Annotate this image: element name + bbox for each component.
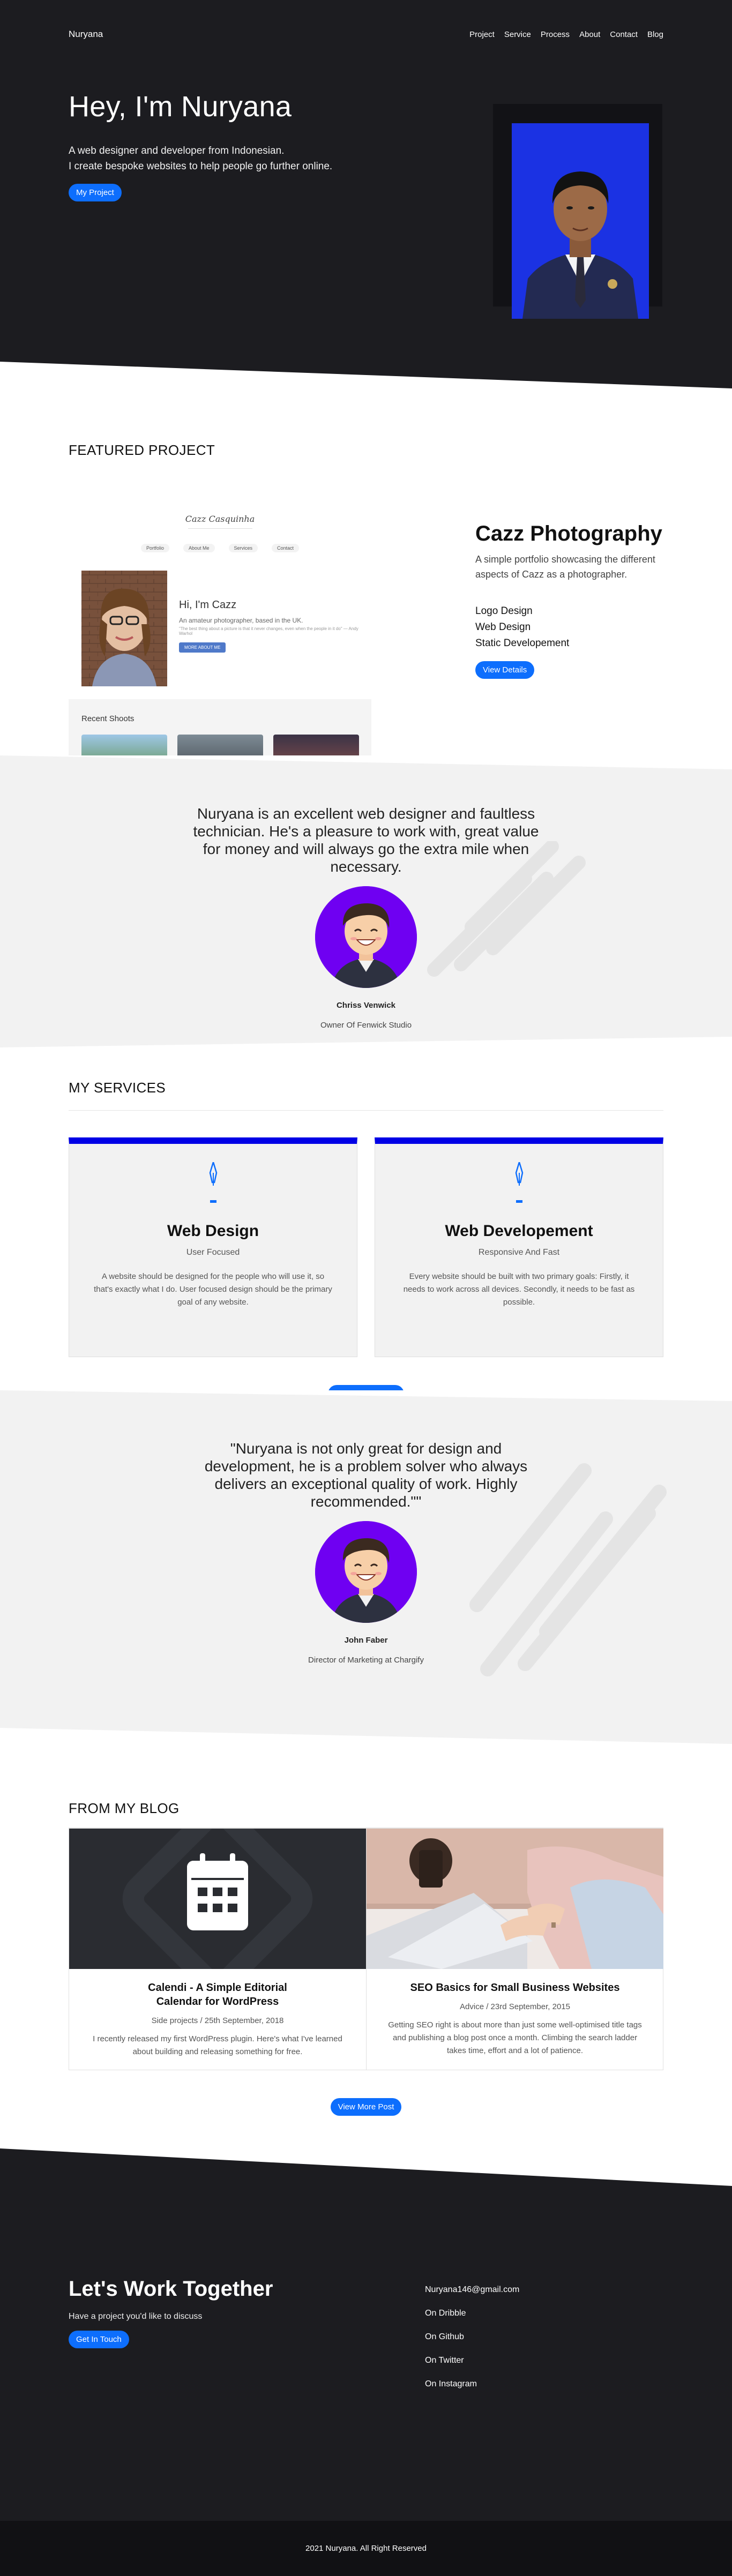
view-more-post-button[interactable]: View More Post <box>330 2098 402 2116</box>
project-tag: Web Design <box>475 621 531 633</box>
service-subtitle: User Focused <box>186 1248 240 1257</box>
email-link[interactable]: Nuryana146@gmail.com <box>425 2283 519 2296</box>
service-card-web-design: Web Design User Focused A website should… <box>69 1137 357 1357</box>
preview-more-button: MORE ABOUT ME <box>179 642 226 653</box>
testimonial-section-2: "Nuryana is not only great for design an… <box>0 1390 732 1744</box>
hero-slant-divider <box>0 362 732 399</box>
preview-nav-item: Services <box>228 544 258 552</box>
calendar-icon <box>69 1829 366 1969</box>
preview-logo-divider <box>188 528 252 529</box>
dribbble-link[interactable]: On Dribble <box>425 2307 519 2320</box>
blog-post-card[interactable]: SEO Basics for Small Business Websites A… <box>367 1829 663 2070</box>
get-in-touch-button[interactable]: Get In Touch <box>69 2331 129 2348</box>
instagram-link[interactable]: On Instagram <box>425 2378 519 2391</box>
service-cards: Web Design User Focused A website should… <box>69 1137 663 1357</box>
profile-photo-frame <box>493 104 662 319</box>
cta-subtitle: Have a project you'd like to discuss <box>69 2312 203 2321</box>
service-description: Every website should be built with two p… <box>403 1272 635 1307</box>
project-tags: Logo Design Web Design Static Developeme… <box>475 603 663 652</box>
testimonial-avatar <box>315 1521 417 1623</box>
services-section: MY SERVICES Web Design User Focused A we… <box>0 1047 732 1403</box>
preview-nav-item: Portfolio <box>140 544 169 552</box>
hero-subtitle-line2: I create bespoke websites to help people… <box>69 161 333 172</box>
section-divider <box>69 1110 663 1111</box>
nav-link-process[interactable]: Process <box>541 30 570 39</box>
project-preview-screenshot[interactable]: Cazz Casquinha Portfolio About Me Servic… <box>69 511 371 762</box>
blog-post-excerpt: Getting SEO right is about more than jus… <box>388 2020 642 2055</box>
nav-links: Project Service Process About Contact Bl… <box>469 30 663 39</box>
pen-nib-icon <box>375 1159 663 1189</box>
preview-nav-item: About Me <box>183 544 215 552</box>
hero-subtitle-line1: A web designer and developer from Indone… <box>69 145 285 156</box>
blog-post-title[interactable]: Calendi - A Simple Editorial Calendar fo… <box>143 1981 293 2009</box>
testimonial-name: John Faber <box>344 1636 388 1645</box>
top-navbar: Nuryana Project Service Process About Co… <box>69 0 663 69</box>
blog-post-card[interactable]: Calendi - A Simple Editorial Calendar fo… <box>69 1829 367 2070</box>
footer-section: Let's Work Together Have a project you'd… <box>0 2148 732 2521</box>
blog-section: FROM MY BLOG Calendi - A Simple Editoria… <box>0 1744 732 2148</box>
blog-post-meta: Advice / 23rd September, 2015 <box>460 2002 570 2011</box>
testimonial-slant-bottom <box>0 1037 732 1047</box>
twitter-link[interactable]: On Twitter <box>425 2354 519 2367</box>
blog-section-title: FROM MY BLOG <box>69 1800 180 1816</box>
project-tag: Static Developement <box>475 638 570 649</box>
project-title: Cazz Photography <box>475 522 662 545</box>
profile-portrait-image <box>512 123 649 319</box>
service-title: Web Developement <box>445 1222 593 1240</box>
view-details-button[interactable]: View Details <box>475 661 535 679</box>
nav-link-project[interactable]: Project <box>469 30 495 39</box>
nav-link-contact[interactable]: Contact <box>610 30 638 39</box>
card-accent-dash <box>516 1200 522 1203</box>
service-card-web-development: Web Developement Responsive And Fast Eve… <box>375 1137 663 1357</box>
preview-description: An amateur photographer, based in the UK… <box>179 617 303 624</box>
testimonial-quote: "Nuryana is not only great for design an… <box>204 1440 528 1510</box>
service-title: Web Design <box>167 1222 259 1240</box>
blog-post-title[interactable]: SEO Basics for Small Business Websites <box>408 1981 622 1995</box>
preview-portrait-image <box>81 571 167 686</box>
preview-nav: Portfolio About Me Services Contact <box>69 544 371 552</box>
github-link[interactable]: On Github <box>425 2331 519 2343</box>
hero-section: Nuryana Project Service Process About Co… <box>0 0 732 399</box>
service-subtitle: Responsive And Fast <box>478 1248 560 1257</box>
blog-post-excerpt: I recently released my first WordPress p… <box>93 2034 342 2056</box>
cartoon-avatar-image <box>315 1521 417 1623</box>
preview-nav-item: Contact <box>272 544 300 552</box>
laptop-photo-image <box>367 1829 663 1969</box>
featured-project-section: FEATURED PROJECT Cazz Casquinha Portfoli… <box>0 399 732 762</box>
cartoon-avatar-image <box>315 886 417 988</box>
project-info: Cazz Photography A simple portfolio show… <box>475 521 663 679</box>
blog-post-image <box>69 1829 366 1969</box>
preview-heading: Hi, I'm Cazz <box>179 599 237 611</box>
cta-title: Let's Work Together <box>69 2277 273 2301</box>
testimonial-role: Owner Of Fenwick Studio <box>320 1021 412 1030</box>
nav-link-blog[interactable]: Blog <box>647 30 663 39</box>
testimonial-quote: Nuryana is an excellent web designer and… <box>193 805 539 875</box>
blog-post-meta: Side projects / 25th September, 2018 <box>151 2016 284 2025</box>
preview-recent-shoots: Recent Shoots <box>69 699 371 762</box>
project-tag: Logo Design <box>475 605 533 617</box>
profile-photo <box>512 123 649 319</box>
nav-link-about[interactable]: About <box>579 30 600 39</box>
nav-link-service[interactable]: Service <box>504 30 531 39</box>
my-project-button[interactable]: My Project <box>69 184 122 201</box>
preview-recent-title: Recent Shoots <box>81 714 135 723</box>
project-description: A simple portfolio showcasing the differ… <box>475 554 655 580</box>
pen-nib-icon <box>69 1159 357 1189</box>
testimonial-avatar <box>315 886 417 988</box>
blog-post-image <box>367 1829 663 1969</box>
blog-post-grid: Calendi - A Simple Editorial Calendar fo… <box>69 1828 663 2070</box>
testimonial-section-1: Nuryana is an excellent web designer and… <box>0 755 732 1047</box>
copyright-bar: 2021 Nuryana. All Right Reserved <box>0 2521 732 2576</box>
contact-links: Nuryana146@gmail.com On Dribble On Githu… <box>425 2283 519 2401</box>
preview-logo: Cazz Casquinha <box>185 514 255 524</box>
testimonial-name: Chriss Venwick <box>336 1001 396 1010</box>
preview-quote: "The best thing about a picture is that … <box>179 626 358 636</box>
featured-section-title: FEATURED PROJECT <box>69 442 215 458</box>
brand-logo[interactable]: Nuryana <box>69 29 103 40</box>
testimonial-role: Director of Marketing at Chargify <box>308 1656 424 1665</box>
card-accent-dash <box>210 1200 216 1203</box>
services-section-title: MY SERVICES <box>69 1080 166 1096</box>
testimonial-slant-bottom <box>0 1728 732 1744</box>
service-description: A website should be designed for the peo… <box>94 1272 332 1307</box>
